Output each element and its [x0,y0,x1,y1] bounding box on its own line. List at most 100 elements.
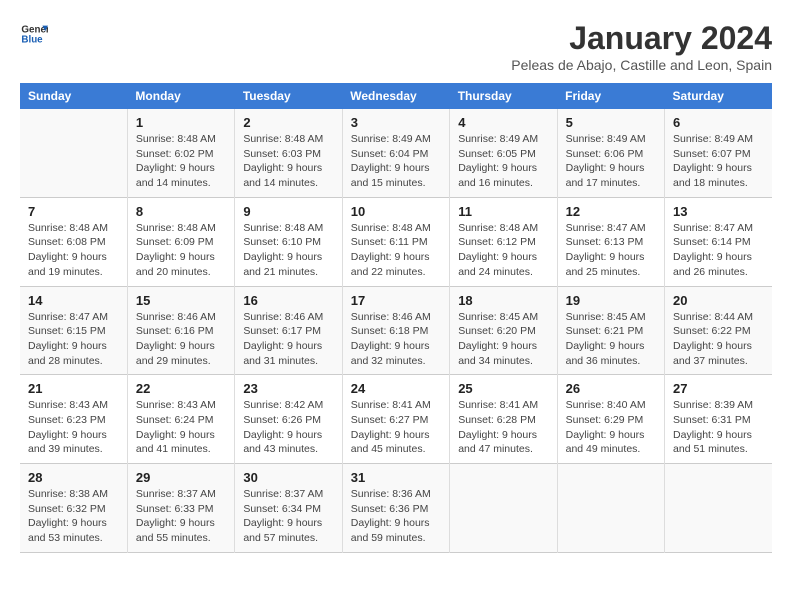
cell-info: Sunrise: 8:43 AMSunset: 6:23 PMDaylight:… [28,398,119,457]
cell-info: Sunrise: 8:47 AMSunset: 6:14 PMDaylight:… [673,221,764,280]
day-header-friday: Friday [557,83,664,109]
cell-info: Sunrise: 8:48 AMSunset: 6:03 PMDaylight:… [243,132,333,191]
calendar-cell: 20 Sunrise: 8:44 AMSunset: 6:22 PMDayligh… [665,286,772,375]
title-area: January 2024 Peleas de Abajo, Castille a… [511,20,772,73]
day-number: 2 [243,115,333,130]
cell-info: Sunrise: 8:38 AMSunset: 6:32 PMDaylight:… [28,487,119,546]
calendar-cell: 12 Sunrise: 8:47 AMSunset: 6:13 PMDayligh… [557,197,664,286]
day-header-sunday: Sunday [20,83,127,109]
page-title: January 2024 [511,20,772,57]
calendar-cell: 5 Sunrise: 8:49 AMSunset: 6:06 PMDaylight… [557,109,664,197]
cell-info: Sunrise: 8:37 AMSunset: 6:34 PMDaylight:… [243,487,333,546]
calendar-cell: 13Sunrise: 8:47 AMSunset: 6:14 PMDayligh… [665,197,772,286]
day-number: 7 [28,204,119,219]
calendar-cell: 23 Sunrise: 8:42 AMSunset: 6:26 PMDayligh… [235,375,342,464]
calendar-cell: 22 Sunrise: 8:43 AMSunset: 6:24 PMDayligh… [127,375,234,464]
cell-info: Sunrise: 8:49 AMSunset: 6:05 PMDaylight:… [458,132,548,191]
calendar-cell: 2 Sunrise: 8:48 AMSunset: 6:03 PMDaylight… [235,109,342,197]
calendar-cell: 3 Sunrise: 8:49 AMSunset: 6:04 PMDaylight… [342,109,449,197]
cell-info: Sunrise: 8:48 AMSunset: 6:12 PMDaylight:… [458,221,548,280]
calendar-week-3: 14Sunrise: 8:47 AMSunset: 6:15 PMDayligh… [20,286,772,375]
calendar-cell: 25Sunrise: 8:41 AMSunset: 6:28 PMDayligh… [450,375,557,464]
calendar-cell: 6 Sunrise: 8:49 AMSunset: 6:07 PMDaylight… [665,109,772,197]
day-number: 15 [136,293,226,308]
day-number: 24 [351,381,441,396]
cell-info: Sunrise: 8:41 AMSunset: 6:27 PMDaylight:… [351,398,441,457]
calendar-cell: 17 Sunrise: 8:46 AMSunset: 6:18 PMDayligh… [342,286,449,375]
cell-info: Sunrise: 8:45 AMSunset: 6:21 PMDaylight:… [566,310,656,369]
day-number: 26 [566,381,656,396]
cell-info: Sunrise: 8:47 AMSunset: 6:15 PMDaylight:… [28,310,119,369]
day-header-thursday: Thursday [450,83,557,109]
cell-info: Sunrise: 8:49 AMSunset: 6:07 PMDaylight:… [673,132,764,191]
cell-info: Sunrise: 8:42 AMSunset: 6:26 PMDaylight:… [243,398,333,457]
calendar-cell: 30 Sunrise: 8:37 AMSunset: 6:34 PMDayligh… [235,464,342,553]
calendar-week-1: 1Sunrise: 8:48 AMSunset: 6:02 PMDaylight… [20,109,772,197]
day-number: 16 [243,293,333,308]
calendar-cell: 31 Sunrise: 8:36 AMSunset: 6:36 PMDayligh… [342,464,449,553]
calendar-cell: 16 Sunrise: 8:46 AMSunset: 6:17 PMDayligh… [235,286,342,375]
day-number: 17 [351,293,441,308]
cell-info: Sunrise: 8:46 AMSunset: 6:17 PMDaylight:… [243,310,333,369]
calendar-cell: 27Sunrise: 8:39 AMSunset: 6:31 PMDayligh… [665,375,772,464]
cell-info: Sunrise: 8:43 AMSunset: 6:24 PMDaylight:… [136,398,226,457]
day-header-wednesday: Wednesday [342,83,449,109]
cell-info: Sunrise: 8:49 AMSunset: 6:04 PMDaylight:… [351,132,441,191]
calendar-cell: 1Sunrise: 8:48 AMSunset: 6:02 PMDaylight… [127,109,234,197]
day-number: 29 [136,470,226,485]
cell-info: Sunrise: 8:49 AMSunset: 6:06 PMDaylight:… [566,132,656,191]
cell-info: Sunrise: 8:44 AMSunset: 6:22 PMDaylight:… [673,310,764,369]
logo: General Blue [20,20,48,48]
calendar-cell: 7 Sunrise: 8:48 AMSunset: 6:08 PMDaylight… [20,197,127,286]
day-number: 4 [458,115,548,130]
cell-info: Sunrise: 8:37 AMSunset: 6:33 PMDaylight:… [136,487,226,546]
cell-info: Sunrise: 8:40 AMSunset: 6:29 PMDaylight:… [566,398,656,457]
day-number: 19 [566,293,656,308]
day-header-saturday: Saturday [665,83,772,109]
page-subtitle: Peleas de Abajo, Castille and Leon, Spai… [511,57,772,73]
day-number: 5 [566,115,656,130]
calendar-cell [665,464,772,553]
calendar-cell: 10Sunrise: 8:48 AMSunset: 6:11 PMDayligh… [342,197,449,286]
day-number: 30 [243,470,333,485]
day-number: 18 [458,293,548,308]
day-number: 12 [566,204,656,219]
day-header-monday: Monday [127,83,234,109]
day-number: 11 [458,204,548,219]
day-number: 22 [136,381,226,396]
cell-info: Sunrise: 8:36 AMSunset: 6:36 PMDaylight:… [351,487,441,546]
calendar-cell: 26 Sunrise: 8:40 AMSunset: 6:29 PMDayligh… [557,375,664,464]
calendar-week-5: 28 Sunrise: 8:38 AMSunset: 6:32 PMDayligh… [20,464,772,553]
logo-icon: General Blue [20,20,48,48]
calendar-cell: 24 Sunrise: 8:41 AMSunset: 6:27 PMDayligh… [342,375,449,464]
calendar-cell [20,109,127,197]
cell-info: Sunrise: 8:41 AMSunset: 6:28 PMDaylight:… [458,398,548,457]
day-number: 6 [673,115,764,130]
calendar-week-4: 21 Sunrise: 8:43 AMSunset: 6:23 PMDayligh… [20,375,772,464]
day-number: 20 [673,293,764,308]
calendar-cell [557,464,664,553]
day-number: 23 [243,381,333,396]
day-number: 9 [243,204,333,219]
cell-info: Sunrise: 8:48 AMSunset: 6:08 PMDaylight:… [28,221,119,280]
cell-info: Sunrise: 8:46 AMSunset: 6:18 PMDaylight:… [351,310,441,369]
calendar-cell: 11 Sunrise: 8:48 AMSunset: 6:12 PMDayligh… [450,197,557,286]
calendar-cell: 18Sunrise: 8:45 AMSunset: 6:20 PMDayligh… [450,286,557,375]
day-number: 31 [351,470,441,485]
calendar-cell: 9Sunrise: 8:48 AMSunset: 6:10 PMDaylight… [235,197,342,286]
calendar-cell: 28 Sunrise: 8:38 AMSunset: 6:32 PMDayligh… [20,464,127,553]
day-number: 28 [28,470,119,485]
day-number: 8 [136,204,226,219]
day-number: 1 [136,115,226,130]
page-header: General Blue January 2024 Peleas de Abaj… [20,20,772,73]
calendar-cell: 8 Sunrise: 8:48 AMSunset: 6:09 PMDaylight… [127,197,234,286]
calendar-table: SundayMondayTuesdayWednesdayThursdayFrid… [20,83,772,553]
cell-info: Sunrise: 8:47 AMSunset: 6:13 PMDaylight:… [566,221,656,280]
day-number: 3 [351,115,441,130]
cell-info: Sunrise: 8:48 AMSunset: 6:11 PMDaylight:… [351,221,441,280]
cell-info: Sunrise: 8:48 AMSunset: 6:09 PMDaylight:… [136,221,226,280]
calendar-cell: 19 Sunrise: 8:45 AMSunset: 6:21 PMDayligh… [557,286,664,375]
cell-info: Sunrise: 8:46 AMSunset: 6:16 PMDaylight:… [136,310,226,369]
day-number: 21 [28,381,119,396]
calendar-cell: 14Sunrise: 8:47 AMSunset: 6:15 PMDayligh… [20,286,127,375]
